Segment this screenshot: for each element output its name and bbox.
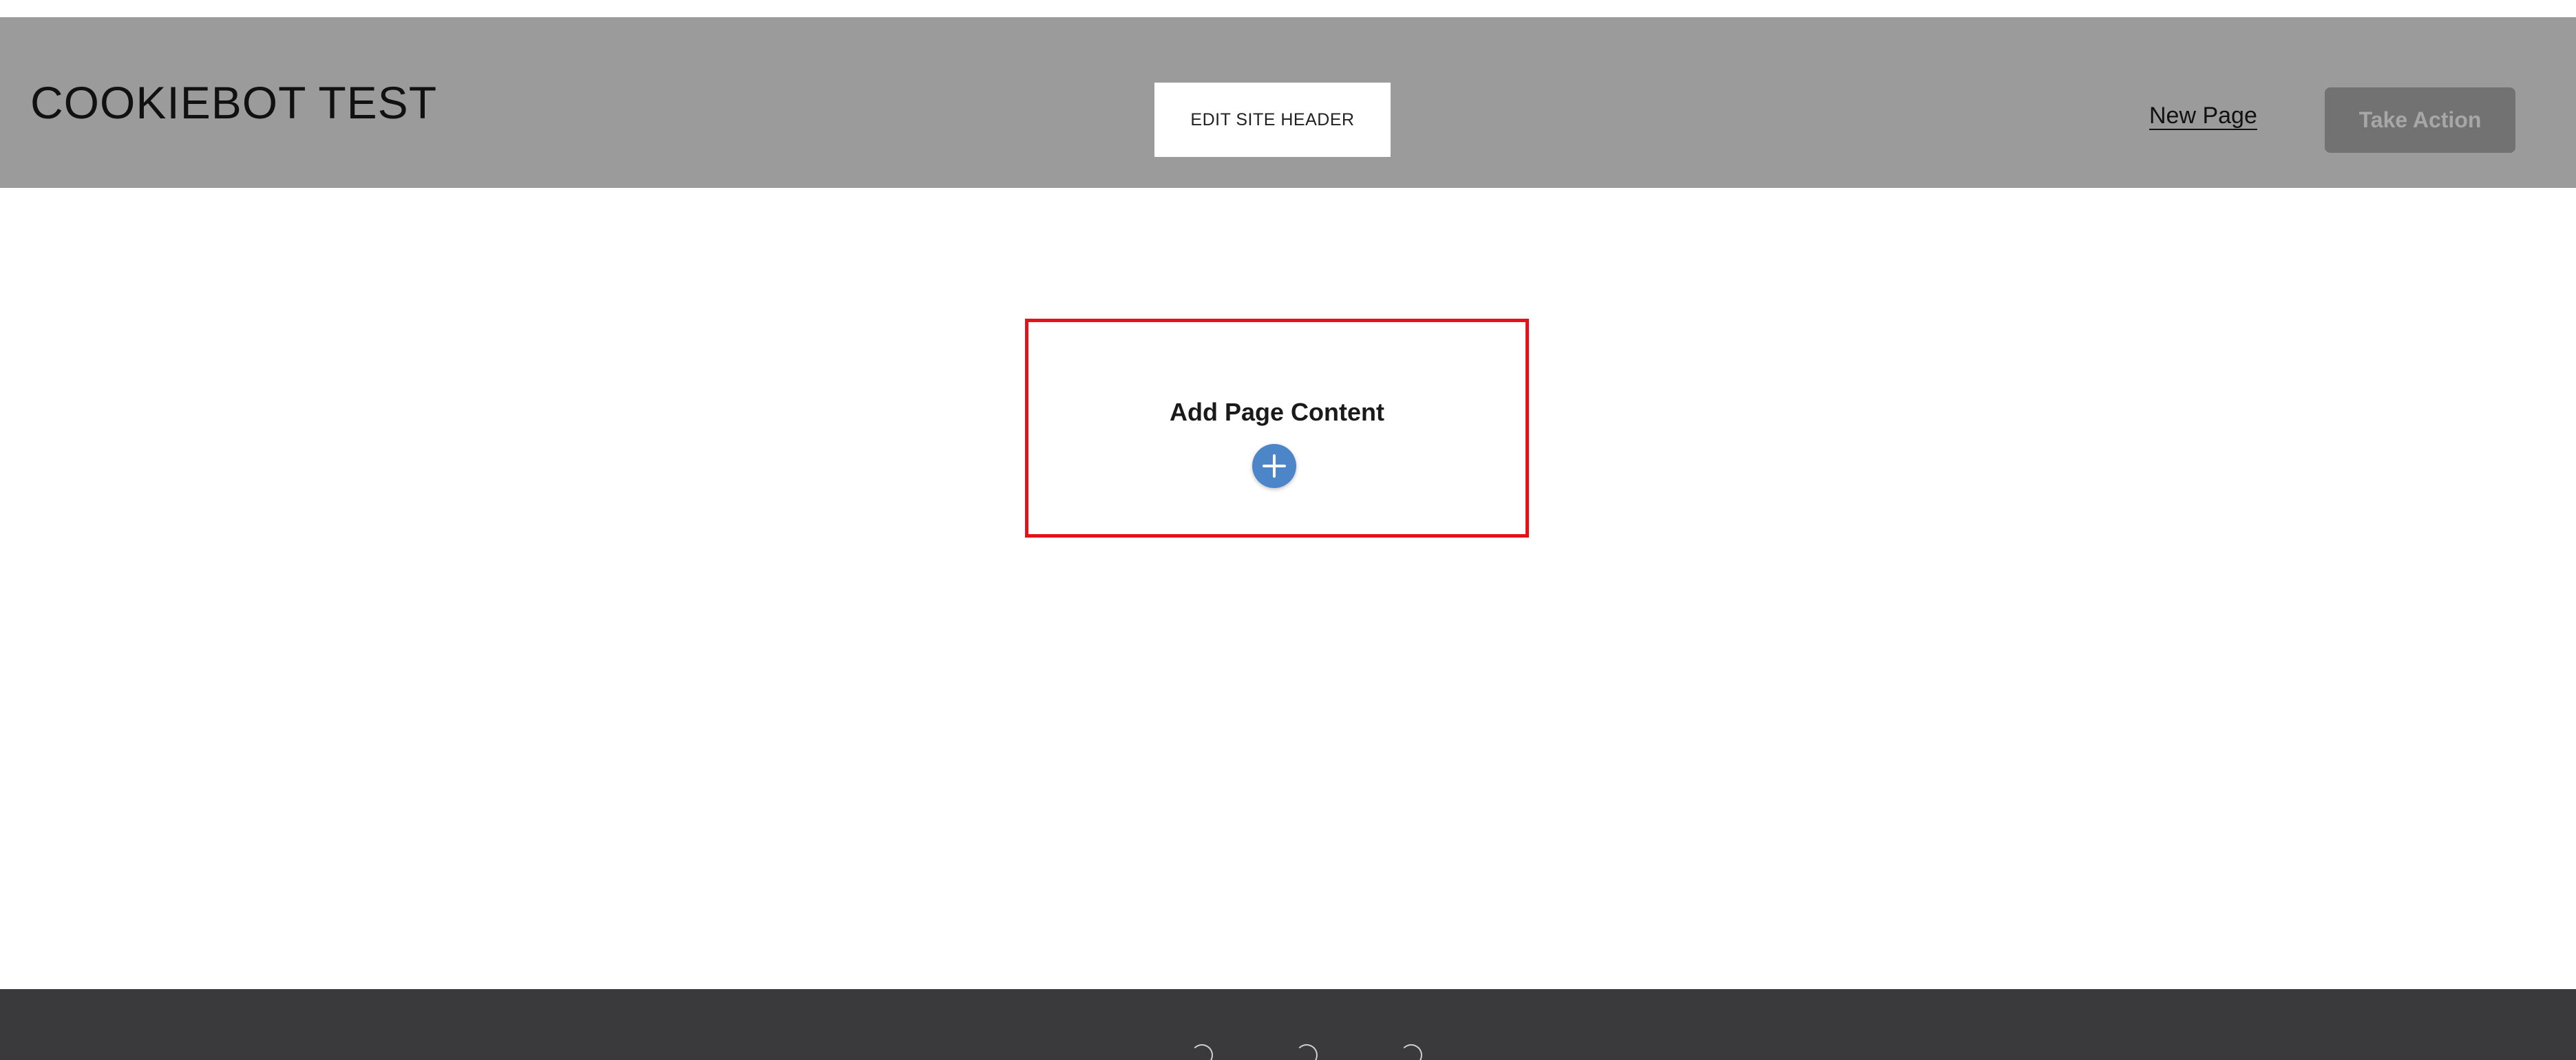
add-page-content-block[interactable]: Add Page Content	[1025, 319, 1529, 538]
site-footer	[0, 989, 2576, 1060]
footer-glyph	[1400, 1044, 1422, 1060]
add-page-content-label: Add Page Content	[1170, 398, 1384, 426]
footer-content-cutoff	[1191, 1044, 1505, 1060]
edit-site-header-button[interactable]: EDIT SITE HEADER	[1154, 83, 1391, 157]
plus-icon	[1263, 454, 1286, 478]
top-strip	[0, 0, 2576, 17]
site-header: COOKIEBOT TEST EDIT SITE HEADER New Page…	[0, 17, 2576, 188]
footer-glyph	[1296, 1044, 1318, 1060]
footer-glyph	[1191, 1044, 1213, 1060]
nav-link-new-page[interactable]: New Page	[2149, 103, 2257, 129]
add-content-button[interactable]	[1252, 444, 1296, 488]
site-title[interactable]: COOKIEBOT TEST	[30, 75, 437, 130]
take-action-button[interactable]: Take Action	[2325, 87, 2515, 153]
